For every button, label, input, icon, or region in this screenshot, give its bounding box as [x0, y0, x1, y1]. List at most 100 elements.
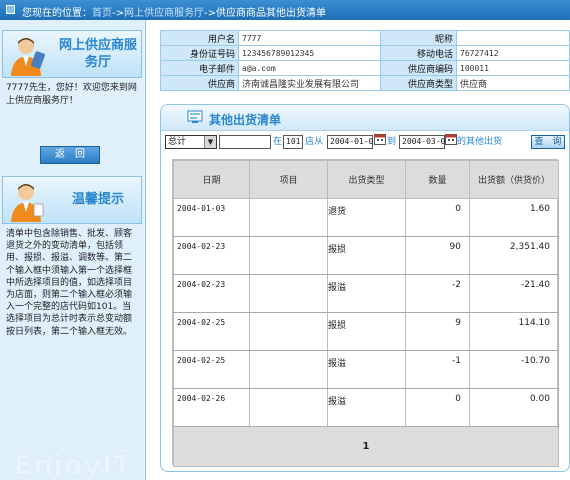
- item-select[interactable]: 总计 ▼: [165, 135, 217, 149]
- supplier-label: 供应商: [160, 75, 239, 91]
- table-header-row: 日期 项目 出货类型 数量 出货额（供货价）: [173, 160, 559, 199]
- supplier-code-label: 供应商编码: [380, 60, 457, 76]
- back-button[interactable]: 返 回: [40, 146, 100, 164]
- row-type: 报溢: [327, 274, 406, 313]
- watermark-logo: EnjoyIT: [14, 450, 133, 480]
- row-amount: -21.40: [469, 274, 559, 313]
- row-quantity: -2: [405, 274, 470, 313]
- text-from: 店从: [305, 137, 324, 147]
- table-row: 2004-02-26 报溢 0 0.00: [173, 388, 559, 427]
- row-date: 2004-02-26: [173, 388, 250, 427]
- row-item: [249, 312, 328, 351]
- row-type: 退货: [327, 198, 406, 237]
- row-type: 报损: [327, 236, 406, 275]
- row-quantity: -1: [405, 350, 470, 389]
- sidebar: 网上供应商服务厅 7777先生，您好！欢迎您来到网上供应商服务厅！ 返 回 温馨…: [0, 20, 146, 480]
- shipment-list-panel: 其他出货清单 总计 ▼ 在 101 店从 2004-01-01 到 2004-0…: [160, 104, 570, 472]
- row-amount: 1.60: [469, 198, 559, 237]
- row-quantity: 0: [405, 198, 470, 237]
- date-to-input[interactable]: 2004-03-01: [399, 135, 450, 149]
- row-type: 报损: [327, 312, 406, 351]
- row-date: 2004-02-25: [173, 350, 250, 389]
- calendar-icon[interactable]: [445, 133, 457, 145]
- page-number-link[interactable]: 1: [173, 426, 559, 467]
- pagination-row: 1: [173, 426, 559, 467]
- supplier-value: 济南诚昌隆实业发展有限公司: [238, 75, 381, 91]
- filter-bar: 总计 ▼ 在 101 店从 2004-01-01 到 2004-03-01 的其…: [165, 133, 569, 153]
- column-header-type: 出货类型: [327, 160, 406, 199]
- row-type: 报溢: [327, 350, 406, 389]
- page-icon: [6, 5, 15, 14]
- list-title: 其他出货清单: [209, 113, 282, 127]
- row-amount: 114.10: [469, 312, 559, 351]
- breadcrumb-separator: ->: [204, 8, 216, 19]
- top-bar: 您现在的位置：首页->网上供应商服务厅->供应商商品其他出货清单: [0, 0, 570, 20]
- breadcrumb-home-link[interactable]: 首页: [92, 8, 112, 19]
- user-avatar-icon: [11, 184, 44, 222]
- row-quantity: 9: [405, 312, 470, 351]
- table-row: 2004-02-23 报损 90 2,351.40: [173, 236, 559, 275]
- tips-text: 清单中包含除销售、批发、顾客退货之外的变动清单，包括领用、报损、报溢、调数等。第…: [6, 229, 133, 337]
- user-avatar-icon: [11, 38, 45, 76]
- breadcrumb-separator: ->: [112, 8, 124, 19]
- row-type: 报溢: [327, 388, 406, 427]
- row-date: 2004-02-25: [173, 312, 250, 351]
- email-label: 电子邮件: [160, 60, 239, 76]
- column-header-date: 日期: [173, 160, 250, 199]
- row-item: [249, 274, 328, 313]
- nickname-value: [456, 30, 570, 46]
- shipment-table: 日期 项目 出货类型 数量 出货额（供货价） 2004-01-03 退货 0 1…: [172, 159, 559, 467]
- text-suffix: 的其他出货: [457, 137, 503, 147]
- breadcrumb-hall-link[interactable]: 网上供应商服务厅: [124, 8, 204, 19]
- item-value-input[interactable]: [219, 135, 271, 149]
- supplier-type-label: 供应商类型: [380, 75, 457, 91]
- nickname-label: 昵称: [380, 30, 457, 46]
- dropdown-arrow-icon: ▼: [204, 136, 216, 148]
- idcard-label: 身份证号码: [160, 45, 239, 61]
- row-quantity: 0: [405, 388, 470, 427]
- row-item: [249, 350, 328, 389]
- text-in: 在: [273, 137, 283, 147]
- item-select-value: 总计: [168, 137, 187, 147]
- table-row: 2004-02-23 报溢 -2 -21.40: [173, 274, 559, 313]
- row-date: 2004-01-03: [173, 198, 250, 237]
- breadcrumb-prefix: 您现在的位置：: [22, 8, 92, 19]
- breadcrumb-current: 供应商商品其他出货清单: [216, 8, 326, 19]
- mobile-label: 移动电话: [380, 45, 457, 61]
- store-input[interactable]: 101: [283, 135, 303, 149]
- column-header-item: 项目: [249, 160, 328, 199]
- idcard-value: 123456789012345: [238, 45, 381, 61]
- service-hall-title: 网上供应商服务厅: [58, 38, 137, 70]
- mobile-value: 76727412: [456, 45, 570, 61]
- calendar-icon[interactable]: [374, 133, 386, 145]
- column-header-quantity: 数量: [405, 160, 470, 199]
- query-button[interactable]: 查 询: [531, 135, 565, 149]
- row-amount: 0.00: [469, 388, 559, 427]
- text-to: 到: [387, 137, 397, 147]
- row-amount: -10.70: [469, 350, 559, 389]
- row-date: 2004-02-23: [173, 236, 250, 275]
- row-item: [249, 388, 328, 427]
- welcome-text: 7777先生，您好！欢迎您来到网上供应商服务厅！: [6, 83, 137, 106]
- tips-header: 温馨提示: [2, 176, 142, 224]
- supplier-code-value: 100011: [456, 60, 570, 76]
- table-row: 2004-01-03 退货 0 1.60: [173, 198, 559, 237]
- service-hall-header: 网上供应商服务厅: [2, 30, 142, 78]
- list-icon: [187, 110, 203, 123]
- row-date: 2004-02-23: [173, 274, 250, 313]
- username-label: 用户名: [160, 30, 239, 46]
- breadcrumb: 您现在的位置：首页->网上供应商服务厅->供应商商品其他出货清单: [22, 4, 326, 19]
- column-header-amount: 出货额（供货价）: [469, 160, 559, 199]
- supplier-type-value: 供应商: [456, 75, 570, 91]
- row-item: [249, 236, 328, 275]
- row-amount: 2,351.40: [469, 236, 559, 275]
- tips-title: 温馨提示: [71, 192, 124, 207]
- row-item: [249, 198, 328, 237]
- email-value: a@a.com: [238, 60, 381, 76]
- date-from-input[interactable]: 2004-01-01: [327, 135, 378, 149]
- list-header: 其他出货清单: [161, 105, 569, 131]
- table-row: 2004-02-25 报溢 -1 -10.70: [173, 350, 559, 389]
- row-quantity: 90: [405, 236, 470, 275]
- username-value: 7777: [238, 30, 381, 46]
- table-row: 2004-02-25 报损 9 114.10: [173, 312, 559, 351]
